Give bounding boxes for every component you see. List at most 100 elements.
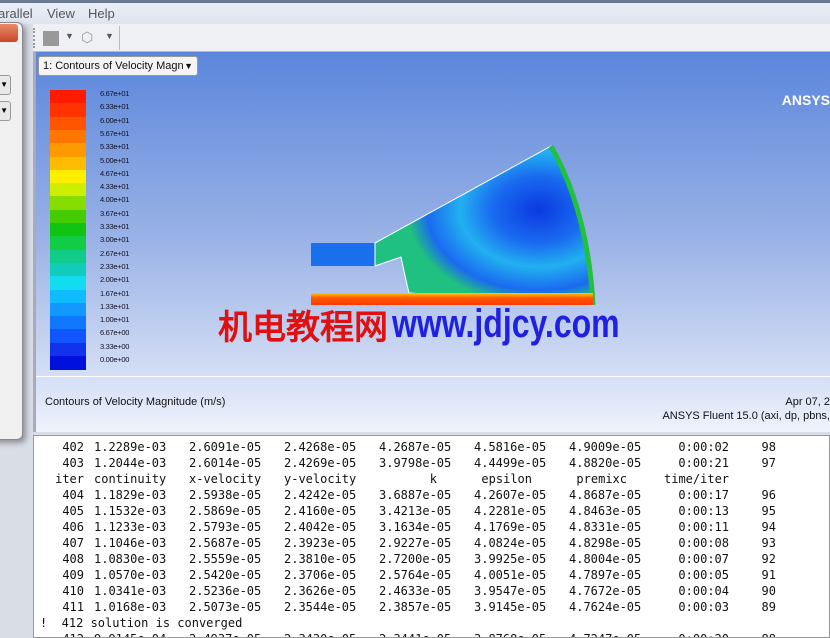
residual-row: 403 1.2044e-03 2.6014e-05 2.4269e-05 3.9798e… xyxy=(34,455,829,471)
cell: 4.0051e-05 xyxy=(474,568,547,582)
cell: 4.2281e-05 xyxy=(474,504,547,518)
cell: 2.6091e-05 xyxy=(189,440,262,454)
cell: 410 xyxy=(62,584,84,598)
cell: 2.4160e-05 xyxy=(284,504,357,518)
cell: 2.3441e-05 xyxy=(379,631,451,637)
cell: 411 xyxy=(62,600,84,614)
cell: 2.3810e-05 xyxy=(284,552,357,566)
cell: 2.4242e-05 xyxy=(284,488,357,502)
color-square-icon[interactable] xyxy=(43,31,59,46)
cube-icon[interactable]: ⬡ xyxy=(81,29,93,46)
residual-row: 404 1.1829e-03 2.5938e-05 2.4242e-05 3.6887e… xyxy=(34,487,829,503)
cell: 2.5869e-05 xyxy=(189,504,262,518)
cell: 89 xyxy=(761,600,776,614)
cell: 0:00:17 xyxy=(678,488,729,502)
cell: 406 xyxy=(62,520,84,534)
residual-row: 408 1.0830e-03 2.5559e-05 2.3810e-05 2.7200e… xyxy=(34,551,829,567)
watermark-cn: 机电教程网 xyxy=(218,308,388,348)
toolbar-grip[interactable] xyxy=(33,28,37,48)
cell: 4.8331e-05 xyxy=(569,520,642,534)
plot-caption: Contours of Velocity Magnitude (m/s) xyxy=(45,396,226,408)
cell: 2.3544e-05 xyxy=(284,600,357,614)
menu-help[interactable]: Help xyxy=(88,6,115,21)
cell: 3.1634e-05 xyxy=(379,520,452,534)
chevron-down-icon[interactable]: ▼ xyxy=(65,31,74,41)
cell: 2.5073e-05 xyxy=(189,600,262,614)
cell: 0:00:05 xyxy=(678,568,729,582)
cell: 1.2044e-03 xyxy=(94,456,167,470)
cell: 408 xyxy=(62,552,84,566)
cell: 95 xyxy=(761,504,776,518)
cell: 1.0168e-03 xyxy=(94,600,167,614)
cell: 3.4213e-05 xyxy=(379,504,452,518)
cell: 4.7897e-05 xyxy=(569,568,642,582)
cell: 2.3626e-05 xyxy=(284,584,357,598)
chevron-down-icon: ▼ xyxy=(0,106,8,115)
residual-row: 405 1.1532e-03 2.5869e-05 2.4160e-05 3.4213e… xyxy=(34,503,829,519)
cell: 1.1233e-03 xyxy=(94,520,167,534)
cell: 9.9145e-04 xyxy=(94,631,166,637)
cell: 93 xyxy=(761,536,776,550)
cell: 4.4499e-05 xyxy=(474,456,547,470)
cell: 1.0830e-03 xyxy=(94,552,167,566)
solver-version: ANSYS Fluent 15.0 (axi, dp, pbns, xyxy=(662,410,830,422)
menu-parallel[interactable]: arallel xyxy=(0,6,33,21)
cell: 2.3706e-05 xyxy=(284,568,357,582)
residual-row: 409 1.0570e-03 2.5420e-05 2.3706e-05 2.5764e… xyxy=(34,567,829,583)
dialog-close-button[interactable] xyxy=(0,24,18,42)
cell: 0:00:04 xyxy=(678,584,729,598)
cell: 4.7247e-05 xyxy=(569,631,641,637)
side-dialog: ▼ ▼ xyxy=(0,22,23,440)
cell: 2.5793e-05 xyxy=(189,520,262,534)
cell: 4.8820e-05 xyxy=(569,456,642,470)
cell: epsilon xyxy=(481,472,532,486)
cell: x-velocity xyxy=(189,472,262,486)
cell: 412 xyxy=(34,631,84,637)
cell: 1.1532e-03 xyxy=(94,504,167,518)
graphics-viewport[interactable]: 1: Contours of Velocity Magn ▼ 6.67e+01 6.… xyxy=(33,52,830,432)
cell: 2.5938e-05 xyxy=(189,488,262,502)
chevron-down-icon[interactable]: ▼ xyxy=(105,31,114,41)
console-output[interactable]: 402 1.2289e-03 2.6091e-05 2.4268e-05 4.2687e… xyxy=(33,435,830,638)
dropdown-2[interactable]: ▼ xyxy=(0,101,11,121)
cell: 2.4633e-05 xyxy=(379,584,452,598)
cell: 2.3857e-05 xyxy=(379,600,452,614)
cell: 0:00:08 xyxy=(678,536,729,550)
cell: 2.6014e-05 xyxy=(189,456,262,470)
cell: 1.1046e-03 xyxy=(94,536,167,550)
cell: 4.8687e-05 xyxy=(569,488,642,502)
cell: 0:00:11 xyxy=(678,520,729,534)
dropdown-1[interactable]: ▼ xyxy=(0,75,11,95)
cell: 4.0824e-05 xyxy=(474,536,547,550)
cell: 0:00:13 xyxy=(678,504,729,518)
toolbar-divider xyxy=(119,26,120,50)
menu-view[interactable]: View xyxy=(47,6,75,21)
cell: y-velocity xyxy=(284,472,357,486)
chevron-down-icon: ▼ xyxy=(0,80,8,89)
cell: 0:00:03 xyxy=(678,600,729,614)
cell: 2.4269e-05 xyxy=(284,456,357,470)
cell: time/iter xyxy=(664,472,730,486)
cell: 3.9798e-05 xyxy=(379,456,452,470)
graphics-toolbar: ▼ ⬡ ▼ xyxy=(33,24,830,52)
cell: 4.2687e-05 xyxy=(379,440,452,454)
watermark-url: www.jdjcy.com xyxy=(392,302,621,346)
cell: 92 xyxy=(761,552,776,566)
cell: 403 xyxy=(62,456,84,470)
cell: 4.9009e-05 xyxy=(569,440,642,454)
plot-date: Apr 07, 2 xyxy=(785,396,830,408)
cell: 1.1829e-03 xyxy=(94,488,167,502)
cell: premixc xyxy=(576,472,627,486)
cell: 0:00:20 xyxy=(664,631,729,637)
cell: 0:00:21 xyxy=(678,456,729,470)
cell: 2.9227e-05 xyxy=(379,536,452,550)
cell: 4.7624e-05 xyxy=(569,600,642,614)
cell: 4.8298e-05 xyxy=(569,536,642,550)
cell: 94 xyxy=(761,520,776,534)
cell: 3.6887e-05 xyxy=(379,488,452,502)
viewport-footer: Contours of Velocity Magnitude (m/s) Apr… xyxy=(36,376,830,432)
cell: iter xyxy=(55,472,84,486)
cell: 2.3430e-05 xyxy=(284,631,356,637)
residual-row: 406 1.1233e-03 2.5793e-05 2.4042e-05 3.1634e… xyxy=(34,519,829,535)
cell: 0:00:07 xyxy=(678,552,729,566)
